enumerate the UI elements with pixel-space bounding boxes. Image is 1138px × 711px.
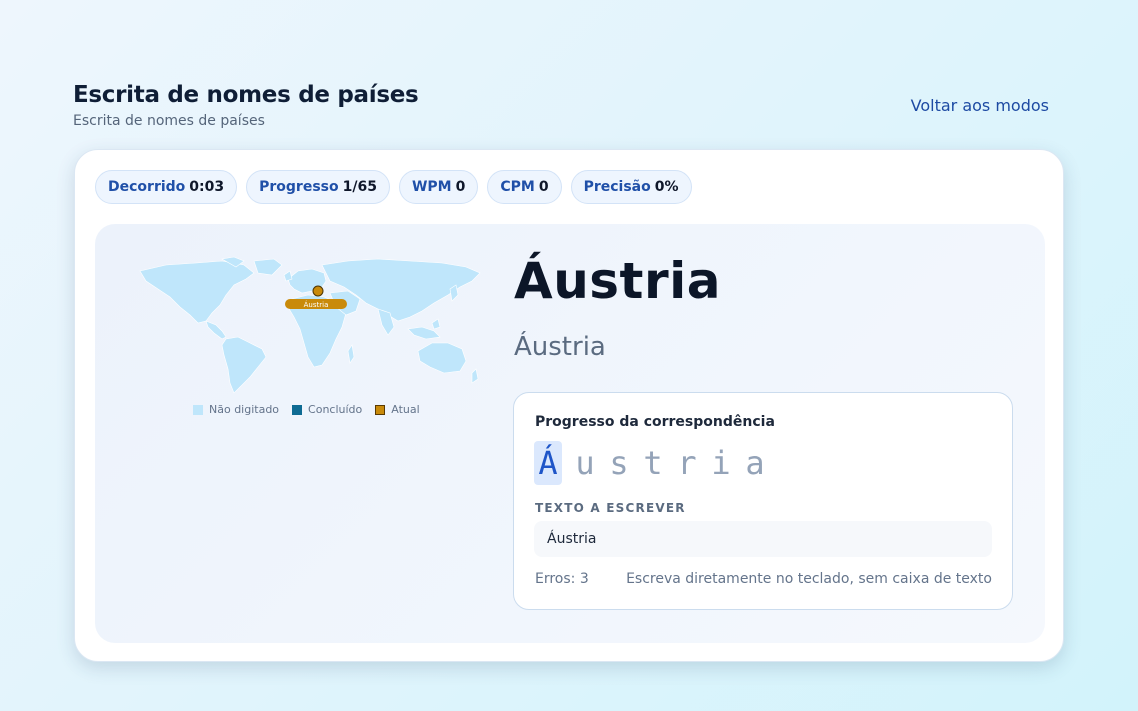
stat-value: 0:03 — [189, 179, 225, 195]
typing-hint: Escreva diretamente no teclado, sem caix… — [626, 571, 992, 587]
type-label: TEXTO A ESCREVER — [535, 501, 686, 515]
stat-label: WPM — [411, 179, 452, 195]
back-to-modes-link[interactable]: Voltar aos modos — [911, 96, 1049, 115]
legend-swatch-current — [375, 404, 386, 415]
world-map: Áustria — [139, 256, 481, 394]
stat-label: Decorrido — [108, 179, 186, 195]
letter-track: Á u s t r i a — [534, 441, 772, 485]
legend-swatch-done — [292, 404, 303, 415]
match-progress-box: Progresso da correspondência Á u s t r i… — [513, 392, 1013, 610]
current-country-label: Áustria — [304, 300, 329, 309]
stats-bar: Decorrido 0:03 Progresso 1/65 WPM 0 CPM … — [95, 170, 692, 204]
stat-value: 0% — [654, 179, 679, 195]
page-subtitle: Escrita de nomes de países — [73, 113, 265, 129]
letter-pending: t — [643, 444, 663, 482]
stat-cpm: CPM 0 — [487, 170, 562, 204]
letter-pending: i — [711, 444, 731, 482]
legend-swatch-todo — [193, 404, 203, 415]
stat-value: 0 — [538, 179, 549, 195]
letter-pending: a — [745, 444, 765, 482]
stat-wpm: WPM 0 — [398, 170, 479, 204]
error-count: Erros: 3 — [535, 571, 589, 587]
game-panel: Áustria Não digitado Concluído Atual Áus… — [95, 224, 1045, 643]
page-title: Escrita de nomes de países — [73, 82, 419, 108]
stat-label: Progresso — [259, 179, 339, 195]
main-card: Decorrido 0:03 Progresso 1/65 WPM 0 CPM … — [74, 149, 1064, 662]
match-title: Progresso da correspondência — [535, 414, 775, 430]
country-name: Áustria — [514, 252, 721, 310]
legend-label: Concluído — [308, 403, 363, 416]
current-country-marker — [312, 285, 324, 297]
stat-accuracy: Precisão 0% — [570, 170, 692, 204]
stat-value: 0 — [455, 179, 466, 195]
stat-value: 1/65 — [342, 179, 377, 195]
stat-label: Precisão — [583, 179, 651, 195]
legend-label: Não digitado — [209, 403, 280, 416]
legend-current: Atual — [375, 403, 420, 416]
legend-done: Concluído — [292, 403, 362, 416]
letter-pending: s — [609, 444, 629, 482]
country-localized: Áustria — [514, 332, 606, 362]
letter-pending: r — [677, 444, 697, 482]
text-to-type-field: Áustria — [534, 521, 992, 557]
stat-label: CPM — [500, 179, 535, 195]
stat-progress: Progresso 1/65 — [246, 170, 390, 204]
letter-current: Á — [534, 441, 562, 485]
stat-elapsed: Decorrido 0:03 — [95, 170, 238, 204]
legend-todo: Não digitado — [193, 403, 279, 416]
map-legend: Não digitado Concluído Atual — [193, 403, 420, 416]
legend-label: Atual — [391, 403, 420, 416]
letter-pending: u — [575, 444, 595, 482]
